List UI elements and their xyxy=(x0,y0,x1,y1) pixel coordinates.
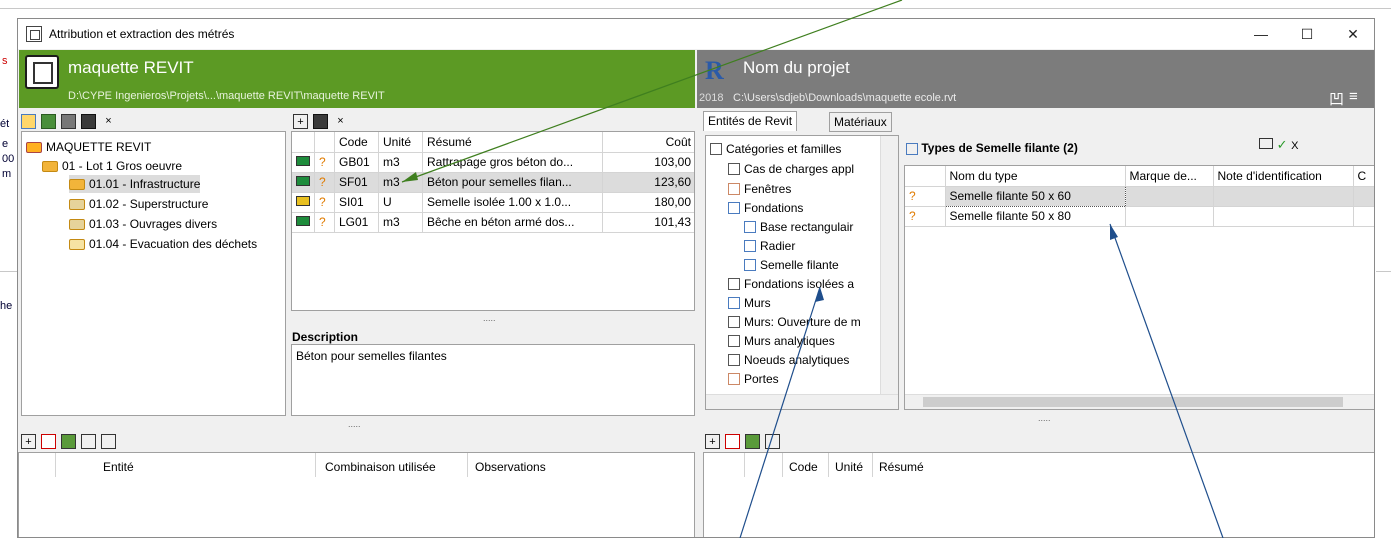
arrow-line xyxy=(1109,223,1224,538)
arrow-line xyxy=(401,0,903,183)
arrow-line xyxy=(739,286,821,538)
arrow-head xyxy=(402,172,418,182)
arrow-head xyxy=(815,287,824,302)
annotation-arrows xyxy=(401,0,1224,538)
arrow-head xyxy=(1110,224,1118,240)
